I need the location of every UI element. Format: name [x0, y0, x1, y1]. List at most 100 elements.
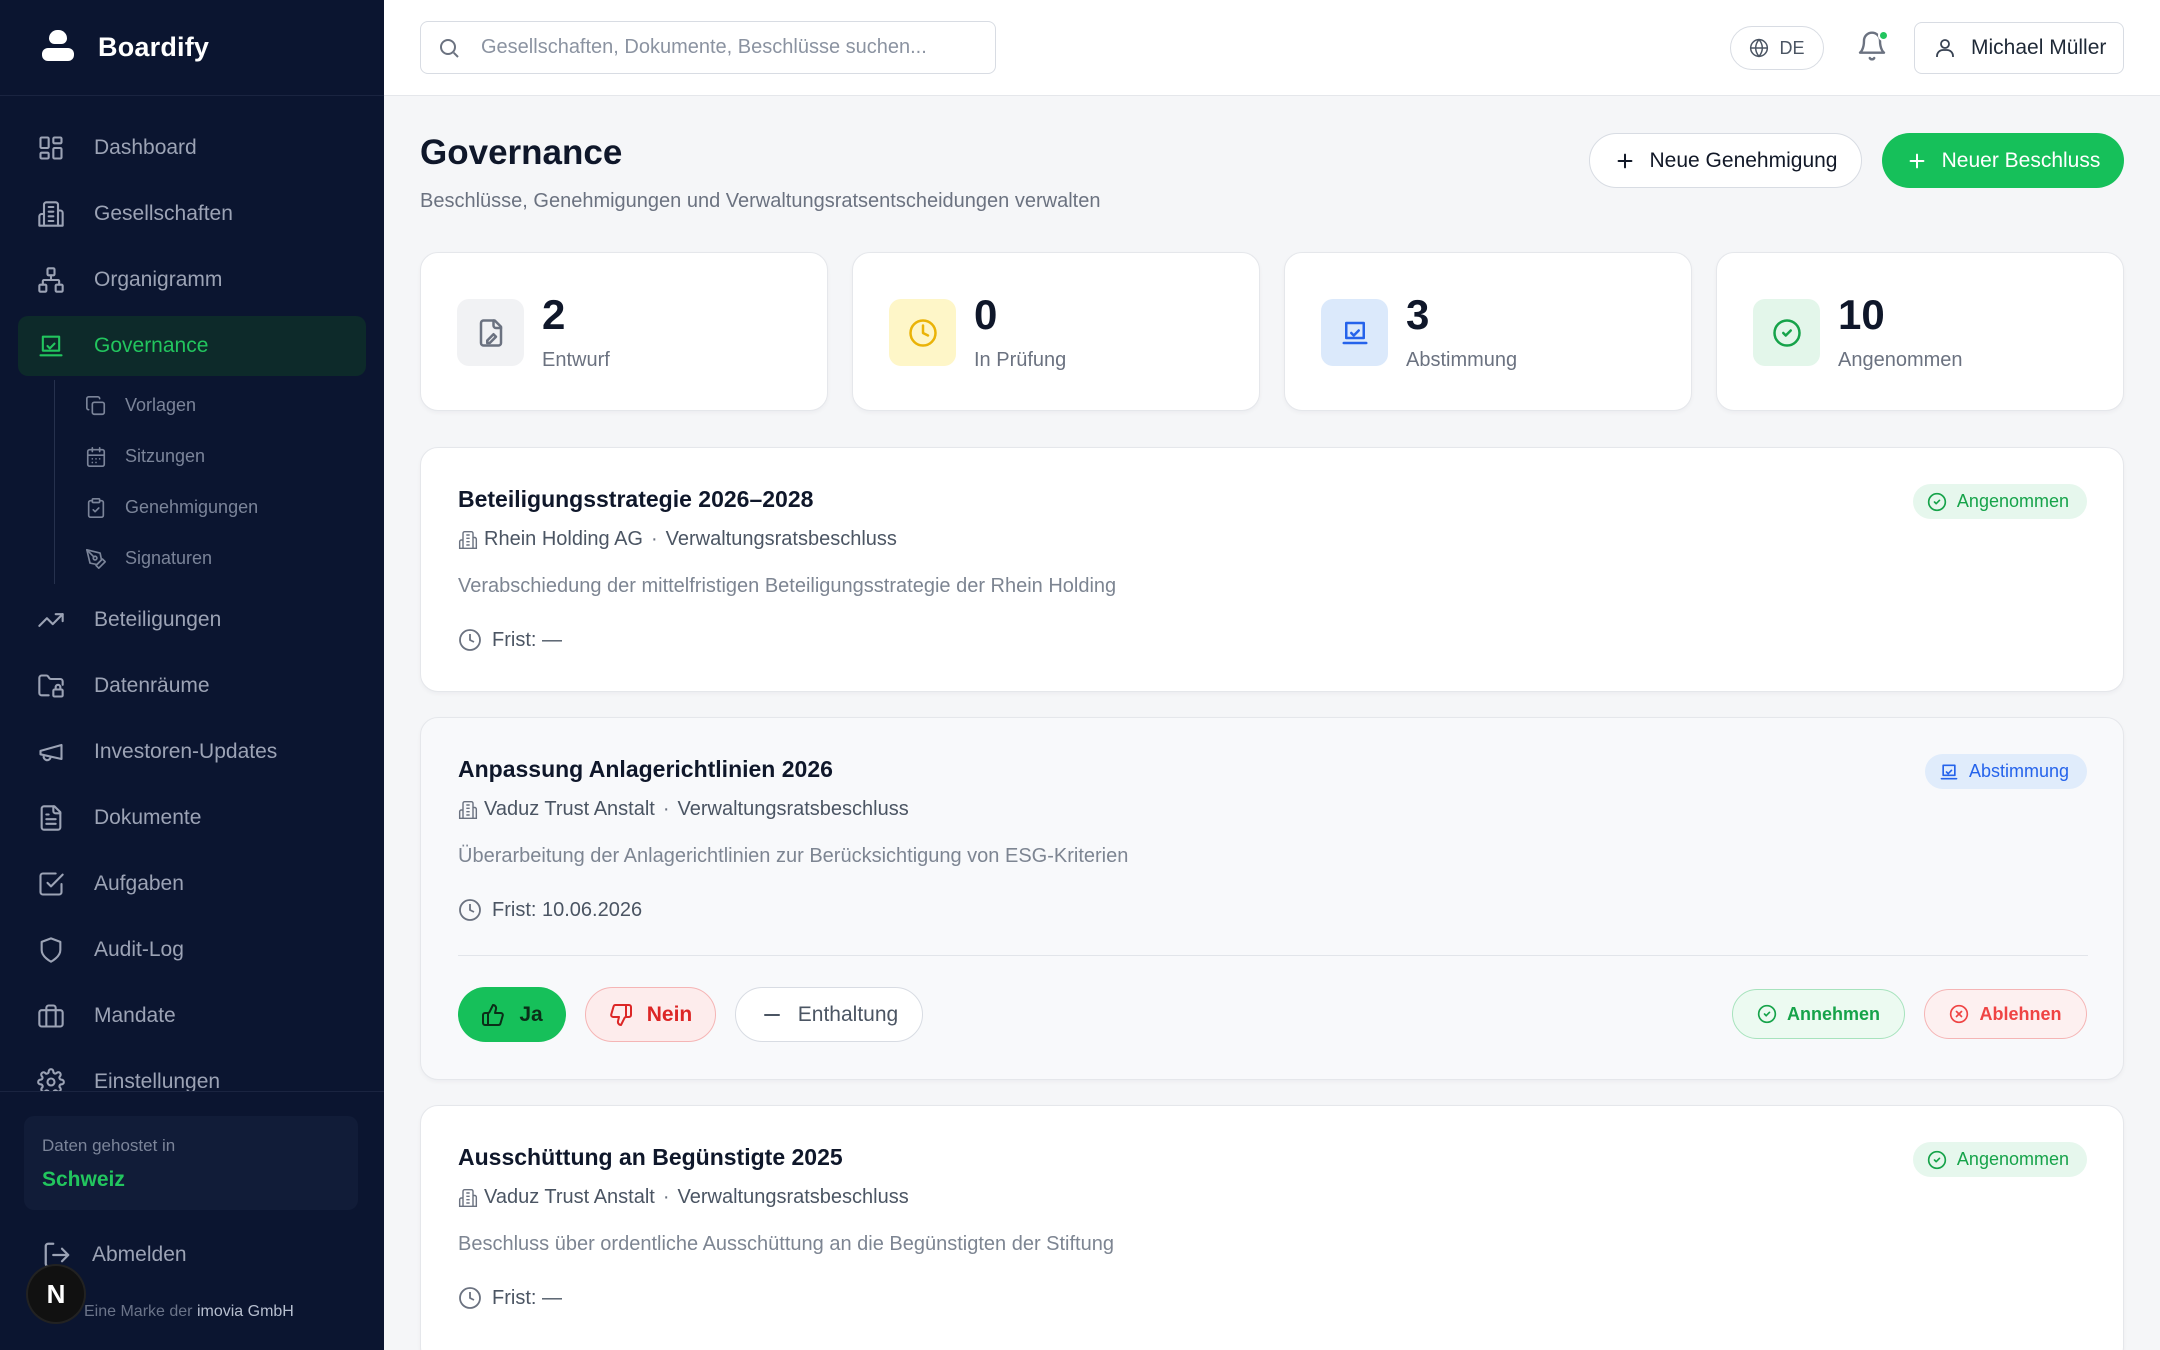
sidebar-item-label: Einstellungen [94, 1070, 221, 1092]
sidebar-item-label: Organigramm [94, 268, 223, 291]
sidebar-item-organigramm[interactable]: Organigramm [18, 250, 366, 310]
brand[interactable]: Boardify [0, 0, 384, 96]
resolution-company: Rhein Holding AG [484, 528, 643, 550]
resolution-meta: Vaduz Trust Anstalt · Verwaltungsratsbes… [458, 798, 909, 821]
search-input[interactable] [481, 36, 981, 59]
stat-card-entwurf[interactable]: 2 Entwurf [420, 252, 828, 411]
resolution-card[interactable]: Ausschüttung an Begünstigte 2025 Vaduz T… [420, 1105, 2124, 1350]
sidebar-divider [0, 1091, 384, 1092]
shield-icon [36, 935, 66, 965]
search-icon [440, 38, 459, 58]
stat-card-angenommen[interactable]: 10 Angenommen [1716, 252, 2124, 411]
boardify-logo-icon [38, 28, 78, 68]
n-badge-button[interactable]: N [28, 1266, 84, 1322]
check-circle-icon [1753, 299, 1820, 366]
search-box[interactable] [420, 21, 996, 74]
sidebar-item-label: Governance [94, 334, 209, 357]
sidebar-subitem-label: Signaturen [125, 548, 213, 568]
resolution-type: Verwaltungsratsbeschluss [677, 798, 909, 820]
sidebar-item-governance[interactable]: Governance [18, 316, 366, 376]
vote-yes-button[interactable]: Ja [458, 987, 566, 1042]
resolution-deadline: Frist: — [458, 1286, 562, 1310]
checkbox-icon [36, 869, 66, 899]
resolution-company: Vaduz Trust Anstalt [484, 1186, 655, 1208]
resolution-title: Beteiligungsstrategie 2026–2028 [458, 486, 814, 512]
meta-separator: · [650, 528, 658, 550]
sidebar-item-aufgaben[interactable]: Aufgaben [18, 854, 366, 914]
new-approval-label: Neue Genehmigung [1649, 148, 1838, 172]
language-label: DE [1779, 37, 1805, 58]
notifications-button[interactable] [1856, 30, 1892, 66]
sidebar-subitem-genehmigungen[interactable]: Genehmigungen [55, 482, 366, 533]
sidebar-subitem-signaturen[interactable]: Signaturen [55, 533, 366, 584]
stat-label: Entwurf [542, 349, 610, 371]
sidebar-item-label: Aufgaben [94, 872, 184, 895]
check-circle-icon [1927, 492, 1947, 511]
vote-no-label: Nein [646, 1002, 693, 1026]
resolution-type: Verwaltungsratsbeschluss [665, 528, 897, 550]
clock-icon [459, 1287, 481, 1309]
vote-abstain-button[interactable]: Enthaltung [735, 987, 923, 1042]
logout-button[interactable]: Abmelden [42, 1240, 187, 1270]
page-title: Governance [420, 133, 623, 172]
sidebar-subitem-vorlagen[interactable]: Vorlagen [55, 380, 366, 431]
stat-label: Angenommen [1838, 349, 1963, 371]
resolution-deadline: Frist: 10.06.2026 [458, 898, 642, 922]
sidebar-item-beteiligungen[interactable]: Beteiligungen [18, 590, 366, 650]
stat-value: 0 [974, 291, 998, 338]
vote-no-button[interactable]: Nein [585, 987, 716, 1042]
sidebar-item-mandate[interactable]: Mandate [18, 986, 366, 1046]
deadline-text: Frist: 10.06.2026 [492, 898, 643, 921]
sidebar-item-label: Investoren-Updates [94, 740, 278, 763]
footer-company: imovia GmbH [196, 1303, 294, 1320]
sidebar-item-dashboard[interactable]: Dashboard [18, 118, 366, 178]
meta-separator: · [662, 798, 670, 820]
sidebar-item-investoren-updates[interactable]: Investoren-Updates [18, 722, 366, 782]
resolution-description: Beschluss über ordentliche Ausschüttung … [458, 1233, 1114, 1255]
sidebar-item-gesellschaften[interactable]: Gesellschaften [18, 184, 366, 244]
new-approval-button[interactable]: Neue Genehmigung [1589, 133, 1862, 188]
ballot-box-icon [1321, 299, 1388, 366]
sidebar-item-label: Mandate [94, 1004, 176, 1027]
reject-button[interactable]: Ablehnen [1924, 989, 2087, 1039]
sidebar-subitem-sitzungen[interactable]: Sitzungen [55, 431, 366, 482]
stat-label: Abstimmung [1406, 349, 1518, 371]
sidebar-item-label: Audit-Log [94, 938, 184, 961]
new-resolution-button[interactable]: Neuer Beschluss [1882, 133, 2124, 188]
clock-icon [889, 299, 956, 366]
folder-lock-icon [36, 671, 66, 701]
accept-button[interactable]: Annehmen [1732, 989, 1905, 1039]
sidebar-item-einstellungen[interactable]: Einstellungen [18, 1052, 366, 1092]
sidebar-item-label: Dokumente [94, 806, 202, 829]
pen-icon [85, 548, 107, 570]
globe-icon [1750, 38, 1769, 58]
sidebar-subitem-label: Vorlagen [125, 395, 197, 415]
sidebar-item-datenraeume[interactable]: Datenräume [18, 656, 366, 716]
status-badge: Angenommen [1912, 484, 2087, 519]
main-nav: Dashboard Gesellschaften Organigramm Gov… [18, 118, 366, 1092]
status-badge: Angenommen [1912, 1142, 2087, 1177]
calendar-icon [85, 446, 107, 468]
sidebar-item-label: Datenräume [94, 674, 210, 697]
user-menu-button[interactable]: Michael Müller [1914, 22, 2124, 74]
stat-card-in-pruefung[interactable]: 0 In Prüfung [852, 252, 1260, 411]
briefcase-icon [36, 1001, 66, 1031]
check-circle-icon [1757, 1004, 1777, 1024]
sidebar-item-dokumente[interactable]: Dokumente [18, 788, 366, 848]
status-label: Abstimmung [1968, 761, 2069, 781]
resolution-card[interactable]: Anpassung Anlagerichtlinien 2026 Vaduz T… [420, 717, 2124, 1080]
resolution-card[interactable]: Beteiligungsstrategie 2026–2028 Rhein Ho… [420, 447, 2124, 692]
language-switcher[interactable]: DE [1730, 26, 1824, 70]
resolution-type: Verwaltungsratsbeschluss [677, 1186, 909, 1208]
dashboard-icon [36, 133, 66, 163]
hosting-label: Daten gehostet in [42, 1136, 176, 1155]
status-label: Angenommen [1956, 1149, 2069, 1169]
megaphone-icon [36, 737, 66, 767]
deadline-text: Frist: — [492, 628, 562, 651]
sidebar-item-audit-log[interactable]: Audit-Log [18, 920, 366, 980]
meta-separator: · [662, 1186, 670, 1208]
resolution-title: Anpassung Anlagerichtlinien 2026 [458, 756, 833, 782]
thumbs-down-icon [609, 1003, 632, 1026]
stat-card-abstimmung[interactable]: 3 Abstimmung [1284, 252, 1692, 411]
hosting-info: Daten gehostet in Schweiz [24, 1116, 358, 1210]
